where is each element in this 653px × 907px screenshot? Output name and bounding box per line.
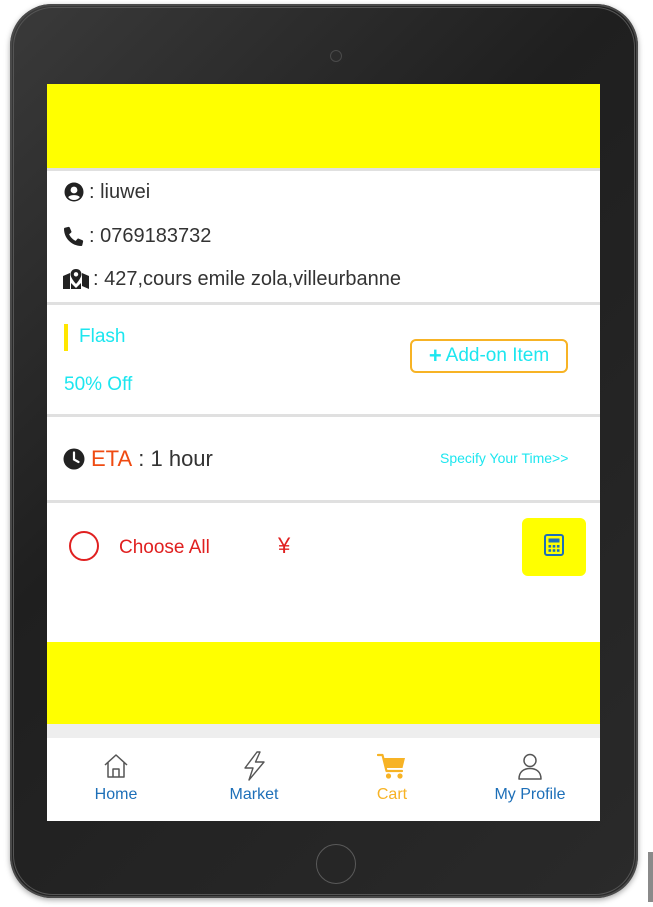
profile-name-row: : liuwei: [63, 177, 150, 207]
tab-market-label: Market: [229, 786, 279, 803]
map-marker-icon: [63, 268, 89, 290]
user-circle-icon: [63, 181, 85, 203]
profile-name: : liuwei: [89, 180, 151, 203]
tab-cart-label: Cart: [376, 786, 408, 803]
eta-key: ETA: [91, 446, 133, 471]
bottom-banner: [47, 642, 600, 724]
plus-icon: +: [428, 343, 442, 368]
discount-label: 50% Off: [64, 374, 133, 395]
side-mark: [648, 852, 653, 902]
divider: [47, 168, 600, 171]
total-currency: ¥: [278, 533, 291, 558]
app-screen: : liuwei : 0769183732 : 427,cours emile …: [47, 84, 600, 821]
user-icon: [514, 750, 546, 782]
device-home-button[interactable]: [316, 844, 356, 884]
bottom-tab-bar: Home Market Cart My Profile: [47, 738, 600, 821]
choose-all-checkbox[interactable]: [69, 531, 99, 561]
divider: [47, 724, 600, 738]
add-on-item-button[interactable]: + Add-on Item: [410, 339, 568, 373]
profile-phone-row: : 0769183732: [63, 221, 211, 251]
tab-my-profile[interactable]: My Profile: [470, 738, 590, 821]
tab-home[interactable]: Home: [56, 738, 176, 821]
tab-cart[interactable]: Cart: [332, 738, 452, 821]
add-on-item-label: Add-on Item: [445, 345, 550, 366]
tab-my-profile-label: My Profile: [494, 786, 566, 803]
top-banner: [47, 84, 600, 168]
flash-label: Flash: [79, 326, 126, 347]
divider: [47, 500, 600, 503]
flash-accent-bar: [64, 324, 68, 351]
camera-lens: [330, 50, 342, 62]
home-icon: [100, 750, 132, 782]
choose-all-label[interactable]: Choose All: [119, 537, 210, 559]
clock-icon: [63, 448, 85, 470]
cart-icon: [376, 750, 408, 782]
eta-row: ETA : 1 hour: [63, 444, 213, 474]
profile-address: : 427,cours emile zola,villeurbanne: [93, 267, 401, 290]
specify-time-link[interactable]: Specify Your Time>>: [440, 450, 568, 466]
tab-home-label: Home: [94, 786, 138, 803]
calculator-icon: [544, 533, 564, 561]
profile-address-row: : 427,cours emile zola,villeurbanne: [63, 264, 401, 294]
eta-value: : 1 hour: [132, 446, 213, 471]
phone-icon: [63, 225, 85, 247]
lightning-icon: [238, 750, 270, 782]
divider: [47, 414, 600, 417]
divider: [47, 302, 600, 305]
tab-market[interactable]: Market: [194, 738, 314, 821]
profile-phone: : 0769183732: [89, 224, 212, 247]
calculator-button[interactable]: [522, 518, 586, 576]
